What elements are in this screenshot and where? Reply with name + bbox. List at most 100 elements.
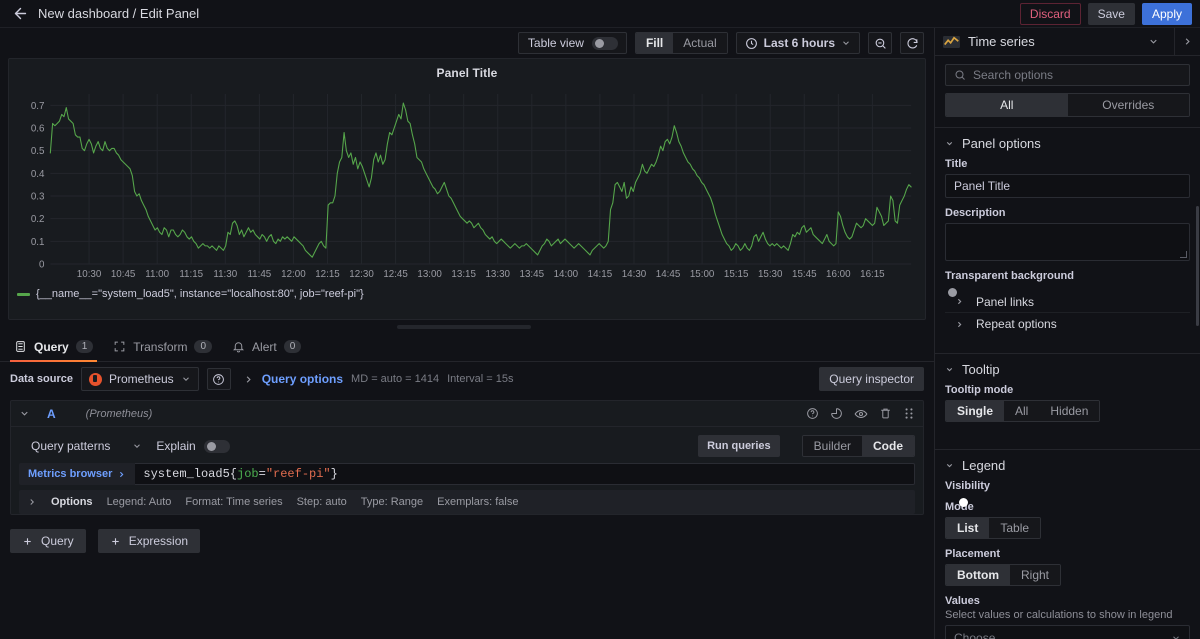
metrics-browser-label: Metrics browser (28, 468, 113, 480)
help-circle-icon[interactable] (806, 407, 819, 420)
legend-placement-right[interactable]: Right (1010, 565, 1061, 585)
section-legend-header[interactable]: Legend (945, 450, 1190, 480)
time-range-picker[interactable]: Last 6 hours (735, 32, 860, 54)
panel-description-textarea[interactable] (945, 223, 1190, 261)
tab-query[interactable]: Query 1 (10, 332, 105, 362)
database-icon (14, 340, 27, 353)
datasource-help-button[interactable] (206, 368, 231, 390)
field-legend-placement: Placement Bottom Right (945, 548, 1190, 586)
visualization-panel[interactable]: Panel Title 0 0.1 0.2 0.3 0.4 0.5 0.6 0.7 10:30 1… (8, 58, 926, 320)
chart-area[interactable]: 0 0.1 0.2 0.3 0.4 0.5 0.6 0.7 10:30 10:45 11:00 11:… (17, 86, 917, 286)
query-patterns-select[interactable]: Query patterns (19, 439, 142, 453)
explain-switch[interactable] (203, 439, 230, 453)
time-series-chart[interactable]: 0 0.1 0.2 0.3 0.4 0.5 0.6 0.7 10:30 10:45 11:00 11:… (17, 86, 917, 286)
query-options-link[interactable]: Query options (262, 372, 343, 386)
expr-equals-token: = (258, 467, 266, 481)
expr-label-key-token: job (237, 467, 259, 481)
promql-expression-input[interactable]: system_load5{job = "reef-pi"} (135, 463, 915, 485)
save-button[interactable]: Save (1087, 2, 1135, 25)
breadcrumb[interactable]: New dashboard / Edit Panel (38, 6, 199, 21)
trash-icon[interactable] (879, 407, 892, 420)
tooltip-mode-single[interactable]: Single (946, 401, 1005, 421)
duplicate-icon[interactable] (830, 407, 843, 420)
datasource-label: Data source (10, 373, 73, 385)
metrics-browser-button[interactable]: Metrics browser (19, 463, 136, 485)
chevron-down-icon (945, 139, 953, 148)
chevron-down-icon (1171, 633, 1181, 639)
discard-button[interactable]: Discard (1019, 2, 1081, 25)
query-collapse-icon[interactable] (19, 408, 31, 419)
table-view-toggle[interactable]: Table view (517, 32, 627, 54)
legend-mode-list[interactable]: List (946, 518, 990, 538)
query-option-legend: Legend: Auto (106, 496, 172, 508)
chart-legend[interactable]: {__name__="system_load5", instance="loca… (9, 286, 925, 300)
legend-mode-label: Mode (945, 501, 974, 513)
visualization-picker[interactable]: Time series (935, 27, 1200, 56)
builder-mode-option[interactable]: Builder (802, 436, 862, 456)
eye-icon[interactable] (854, 407, 868, 421)
tooltip-mode-label: Tooltip mode (945, 384, 1014, 396)
add-query-button[interactable]: Query (10, 529, 86, 553)
repeat-options-label: Repeat options (976, 317, 1057, 331)
section-panel-options-header[interactable]: Panel options (945, 128, 1190, 158)
chevron-down-icon (945, 461, 953, 470)
svg-text:13:00: 13:00 (417, 269, 442, 280)
tab-alert[interactable]: Alert 0 (228, 332, 313, 361)
tab-query-label: Query (34, 339, 69, 354)
panel-resize-handle[interactable] (0, 320, 934, 332)
section-panel-options-title: Panel options (962, 135, 1041, 151)
editor-mode-group: Builder Code (801, 435, 915, 457)
query-options-expand-icon[interactable] (243, 374, 254, 385)
code-mode-option[interactable]: Code (862, 436, 914, 456)
panel-title-input[interactable]: Panel Title (945, 174, 1190, 198)
tooltip-mode-hidden[interactable]: Hidden (1039, 401, 1100, 421)
chevron-down-icon (841, 38, 851, 48)
tab-all-options[interactable]: All (946, 94, 1068, 116)
query-inspector-button[interactable]: Query inspector (819, 367, 924, 391)
options-scroll-area[interactable]: Search options All Overrides Panel optio… (935, 56, 1200, 639)
search-options-input[interactable]: Search options (945, 64, 1190, 86)
refresh-button[interactable] (900, 32, 924, 54)
tooltip-mode-all[interactable]: All (1004, 401, 1040, 421)
tab-transform[interactable]: Transform 0 (109, 332, 224, 361)
options-pane-scrollbar[interactable] (1196, 206, 1199, 326)
add-expression-button[interactable]: Expression (97, 529, 201, 553)
panel-links-row[interactable]: Panel links (945, 291, 1190, 313)
svg-text:0.1: 0.1 (31, 237, 45, 248)
field-tooltip-mode: Tooltip mode Single All Hidden (945, 384, 1190, 422)
legend-values-select[interactable]: Choose (945, 625, 1190, 639)
collapse-options-pane-button[interactable] (1174, 27, 1200, 56)
chevron-down-icon[interactable] (1140, 28, 1166, 56)
fill-option[interactable]: Fill (635, 33, 674, 53)
query-ref-id[interactable]: A (47, 407, 56, 421)
chevron-down-icon (132, 441, 142, 451)
datasource-picker[interactable]: Prometheus (80, 367, 199, 391)
apply-button[interactable]: Apply (1141, 2, 1192, 25)
run-queries-button[interactable]: Run queries (698, 435, 780, 457)
bell-icon (232, 340, 245, 353)
repeat-options-row[interactable]: Repeat options (945, 313, 1190, 335)
section-tooltip-title: Tooltip (962, 361, 1000, 377)
actual-option[interactable]: Actual (673, 33, 727, 53)
query-options-caret-icon[interactable] (27, 497, 37, 507)
query-options-interval: Interval = 15s (447, 373, 514, 385)
legend-mode-table[interactable]: Table (989, 518, 1041, 538)
svg-text:15:30: 15:30 (758, 269, 783, 280)
svg-text:14:15: 14:15 (588, 269, 613, 280)
add-buttons-row: Query Expression (0, 515, 934, 553)
legend-series-label[interactable]: {__name__="system_load5", instance="loca… (36, 288, 364, 300)
field-transparent-background: Transparent background (945, 270, 1190, 297)
all-overrides-tabs: All Overrides (945, 93, 1190, 117)
zoom-out-button[interactable] (868, 32, 892, 54)
options-pane: Time series Search options All Overrides… (934, 27, 1200, 639)
explain-toggle[interactable]: Explain (156, 439, 230, 453)
table-view-switch[interactable] (591, 36, 618, 50)
drag-handle-icon[interactable] (903, 407, 915, 420)
legend-placement-bottom[interactable]: Bottom (946, 565, 1010, 585)
section-tooltip-header[interactable]: Tooltip (945, 354, 1190, 384)
tab-alert-label: Alert (252, 339, 277, 354)
query-options-subrow[interactable]: Options Legend: Auto Format: Time series… (19, 490, 915, 514)
panel-resize-handle-bar[interactable] (397, 325, 531, 329)
back-arrow-icon[interactable] (10, 4, 30, 24)
tab-overrides[interactable]: Overrides (1067, 94, 1189, 116)
